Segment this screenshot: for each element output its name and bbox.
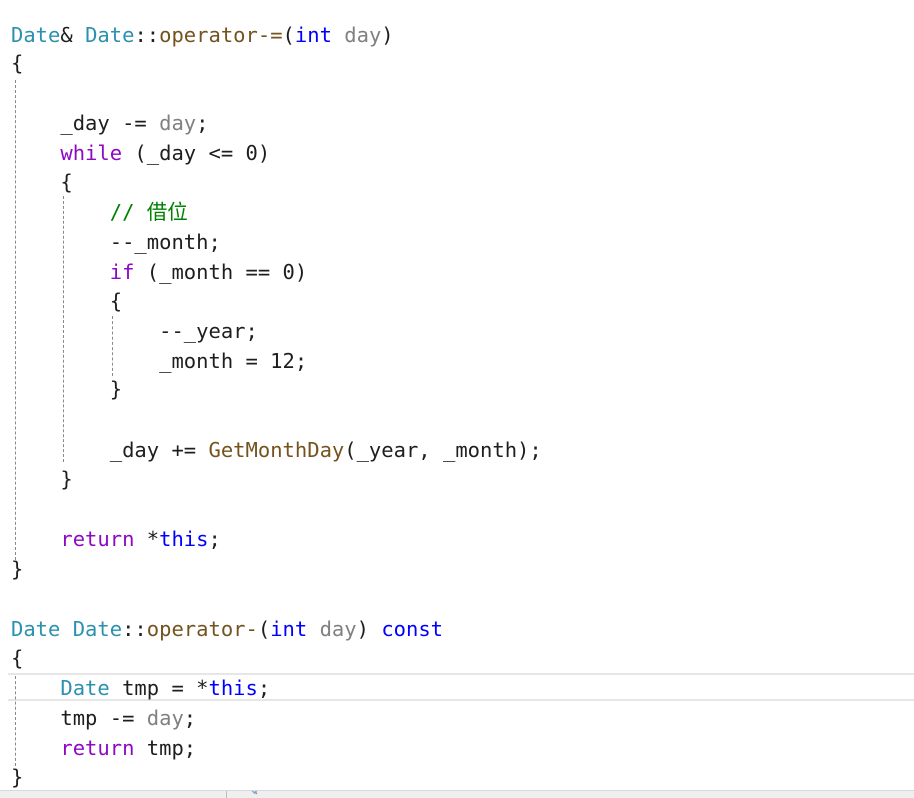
code-line[interactable]: }: [11, 554, 23, 584]
code-token: day: [159, 111, 197, 135]
code-token: &: [60, 23, 86, 47]
code-token: day: [319, 617, 357, 641]
code-line[interactable]: {: [11, 167, 73, 197]
status-bar: ✎: [0, 790, 914, 798]
code-token: this: [159, 527, 209, 551]
code-token: Date: [85, 23, 135, 47]
code-token: ;: [257, 676, 271, 700]
code-token: day: [146, 706, 184, 730]
code-token: {: [11, 170, 73, 194]
code-token: (_month == 0): [134, 260, 308, 284]
code-token: (: [257, 617, 271, 641]
code-line[interactable]: Date& Date::operator-=(int day): [11, 20, 394, 50]
code-token: return: [60, 527, 135, 551]
code-token: _day +=: [11, 438, 209, 462]
code-token: GetMonthDay: [208, 438, 345, 462]
code-token: Date: [72, 617, 123, 641]
code-line[interactable]: tmp -= day;: [11, 703, 196, 733]
code-line[interactable]: {: [11, 286, 122, 316]
code-token: ::: [122, 617, 147, 641]
code-token: while: [60, 141, 123, 165]
code-line[interactable]: Date Date::operator-(int day) const: [11, 614, 443, 644]
code-line[interactable]: return *this;: [11, 524, 221, 554]
code-line[interactable]: return tmp;: [11, 733, 196, 763]
code-token: Date: [11, 617, 61, 641]
code-token: --_month;: [11, 230, 221, 254]
code-line[interactable]: if (_month == 0): [11, 257, 307, 287]
code-token: Date: [60, 676, 110, 700]
code-token: }: [11, 765, 24, 789]
code-line[interactable]: {: [11, 643, 23, 673]
code-token: {: [11, 289, 123, 313]
code-line[interactable]: --_month;: [11, 227, 221, 257]
code-line[interactable]: }: [11, 464, 73, 494]
code-line[interactable]: --_year;: [11, 316, 258, 346]
code-token: *: [134, 527, 160, 551]
code-token: return: [60, 736, 135, 760]
code-line[interactable]: Date tmp = *this;: [11, 673, 270, 703]
code-token: if: [109, 260, 135, 284]
code-token: tmp = *: [109, 676, 209, 700]
code-token: }: [11, 557, 24, 581]
code-token: _month = 12;: [11, 349, 308, 373]
code-editor[interactable]: Date& Date::operator-=(int day){ _day -=…: [0, 0, 914, 790]
code-token: day: [344, 23, 382, 47]
code-line[interactable]: {: [11, 48, 23, 78]
code-token: _day -=: [11, 111, 160, 135]
code-token: this: [208, 676, 258, 700]
code-token: ): [381, 23, 394, 47]
code-token: tmp;: [134, 736, 197, 760]
code-token: operator-=: [159, 23, 283, 47]
code-token: const: [381, 617, 444, 641]
code-line[interactable]: }: [11, 374, 122, 404]
code-token: ;: [183, 706, 197, 730]
code-token: {: [11, 51, 24, 75]
code-token: ;: [208, 527, 221, 551]
code-token: int: [270, 617, 308, 641]
code-token: (: [282, 23, 295, 47]
code-token: int: [294, 23, 332, 47]
code-token: tmp -=: [11, 706, 147, 730]
code-token: ;: [196, 111, 209, 135]
code-token: Date: [11, 23, 61, 47]
code-line[interactable]: }: [11, 762, 23, 792]
status-separator: [226, 791, 227, 798]
code-line[interactable]: _day += GetMonthDay(_year, _month);: [11, 435, 542, 465]
code-token: (_year, _month);: [344, 438, 542, 462]
code-token: }: [11, 467, 73, 491]
code-token: }: [11, 377, 123, 401]
code-token: {: [11, 646, 24, 670]
code-line[interactable]: _day -= day;: [11, 108, 208, 138]
code-token: --_year;: [11, 319, 258, 343]
code-line[interactable]: while (_day <= 0): [11, 138, 270, 168]
code-token: ::: [134, 23, 160, 47]
code-line[interactable]: // 借位: [11, 197, 188, 227]
code-token: // 借位: [109, 200, 188, 224]
code-token: ): [356, 617, 382, 641]
code-token: operator-: [146, 617, 258, 641]
wrench-icon[interactable]: ✎: [250, 791, 258, 798]
code-line[interactable]: _month = 12;: [11, 346, 307, 376]
code-token: (_day <= 0): [122, 141, 271, 165]
